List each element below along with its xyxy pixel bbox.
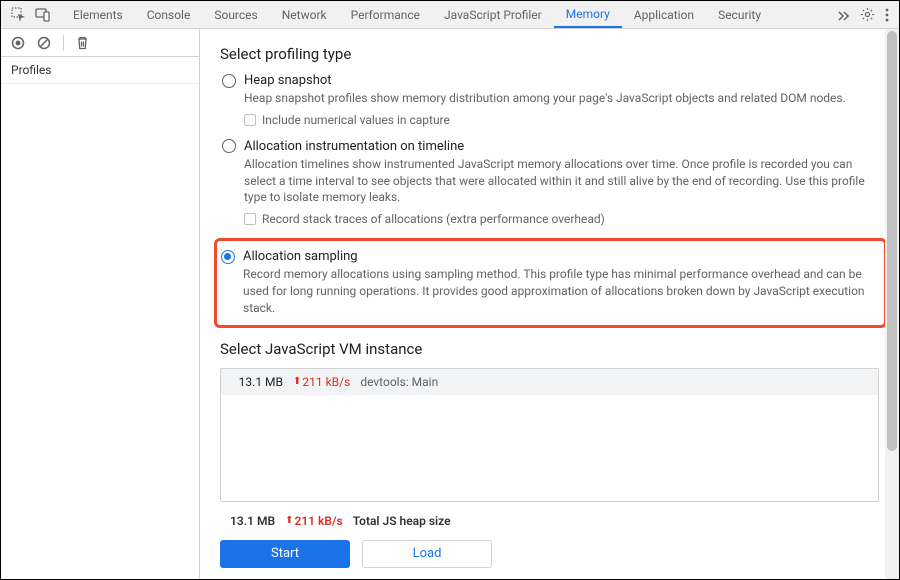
checkbox-label[interactable]: Include numerical values in capture: [262, 113, 450, 127]
more-tabs-icon[interactable]: [836, 8, 850, 22]
sidebar-toolbar: [1, 29, 199, 57]
total-rate-value: 211 kB/s: [294, 514, 342, 528]
option-description: Heap snapshot profiles show memory distr…: [244, 90, 879, 107]
option-label[interactable]: Heap snapshot: [244, 73, 332, 88]
option-label[interactable]: Allocation instrumentation on timeline: [244, 139, 464, 154]
highlighted-option: Allocation sampling Record memory alloca…: [214, 238, 887, 327]
total-size: 13.1 MB: [230, 514, 275, 528]
record-icon[interactable]: [11, 36, 25, 50]
tabbar-right-icons: [826, 7, 899, 22]
action-buttons: Start Load: [220, 540, 879, 568]
select-profiling-type-heading: Select profiling type: [220, 45, 879, 63]
tab-security[interactable]: Security: [706, 1, 773, 28]
arrow-up-icon: ⬆: [285, 515, 293, 526]
delete-icon[interactable]: [76, 36, 89, 50]
tab-javascript-profiler[interactable]: JavaScript Profiler: [432, 1, 554, 28]
vm-instance-row[interactable]: 13.1 MB ⬆ 211 kB/s devtools: Main: [221, 369, 878, 395]
select-vm-instance-heading: Select JavaScript VM instance: [220, 340, 879, 358]
radio-heap-snapshot[interactable]: [222, 74, 236, 88]
start-button[interactable]: Start: [220, 540, 350, 568]
vm-size: 13.1 MB: [231, 375, 283, 389]
total-rate: ⬆ 211 kB/s: [285, 514, 343, 528]
toolbar-divider: [63, 35, 64, 51]
option-heap-snapshot: Heap snapshot Heap snapshot profiles sho…: [220, 73, 879, 127]
checkbox-label[interactable]: Record stack traces of allocations (extr…: [262, 212, 605, 226]
clear-icon[interactable]: [37, 36, 51, 50]
option-label[interactable]: Allocation sampling: [243, 249, 358, 264]
heap-total-line: 13.1 MB ⬆ 211 kB/s Total JS heap size: [220, 510, 879, 532]
vm-instance-list: 13.1 MB ⬆ 211 kB/s devtools: Main: [220, 368, 879, 502]
option-allocation-sampling: Allocation sampling Record memory alloca…: [219, 249, 876, 316]
tab-elements[interactable]: Elements: [61, 1, 135, 28]
scrollbar-track[interactable]: [885, 29, 899, 579]
checkbox-include-numerical[interactable]: [244, 114, 256, 126]
radio-allocation-sampling[interactable]: [221, 250, 235, 264]
settings-gear-icon[interactable]: [860, 7, 875, 22]
vm-rate: ⬆ 211 kB/s: [293, 375, 350, 389]
tab-network[interactable]: Network: [270, 1, 339, 28]
main-area: Profiles Select profiling type Heap snap…: [1, 29, 899, 579]
tab-console[interactable]: Console: [135, 1, 203, 28]
panel-tabs: Elements Console Sources Network Perform…: [61, 1, 826, 28]
tab-sources[interactable]: Sources: [202, 1, 269, 28]
tab-performance[interactable]: Performance: [339, 1, 432, 28]
option-description: Allocation timelines show instrumented J…: [244, 156, 879, 206]
tab-memory[interactable]: Memory: [554, 1, 622, 28]
memory-panel-content: Select profiling type Heap snapshot Heap…: [200, 29, 899, 579]
sidebar-section-profiles[interactable]: Profiles: [1, 57, 199, 84]
inspect-element-icon[interactable]: [7, 3, 31, 27]
load-button[interactable]: Load: [362, 540, 492, 568]
scrollbar-thumb[interactable]: [887, 31, 897, 451]
radio-allocation-timeline[interactable]: [222, 139, 236, 153]
vm-rate-value: 211 kB/s: [302, 375, 350, 389]
profiles-sidebar: Profiles: [1, 29, 200, 579]
option-allocation-timeline: Allocation instrumentation on timeline A…: [220, 139, 879, 226]
checkbox-record-stack-traces[interactable]: [244, 213, 256, 225]
option-description: Record memory allocations using sampling…: [243, 266, 876, 316]
vm-name: devtools: Main: [360, 375, 438, 389]
kebab-menu-icon[interactable]: [885, 8, 889, 22]
arrow-up-icon: ⬆: [293, 376, 301, 387]
total-label: Total JS heap size: [353, 514, 451, 528]
tab-application[interactable]: Application: [622, 1, 706, 28]
device-toolbar-icon[interactable]: [31, 3, 55, 27]
devtools-tabbar: Elements Console Sources Network Perform…: [1, 1, 899, 29]
